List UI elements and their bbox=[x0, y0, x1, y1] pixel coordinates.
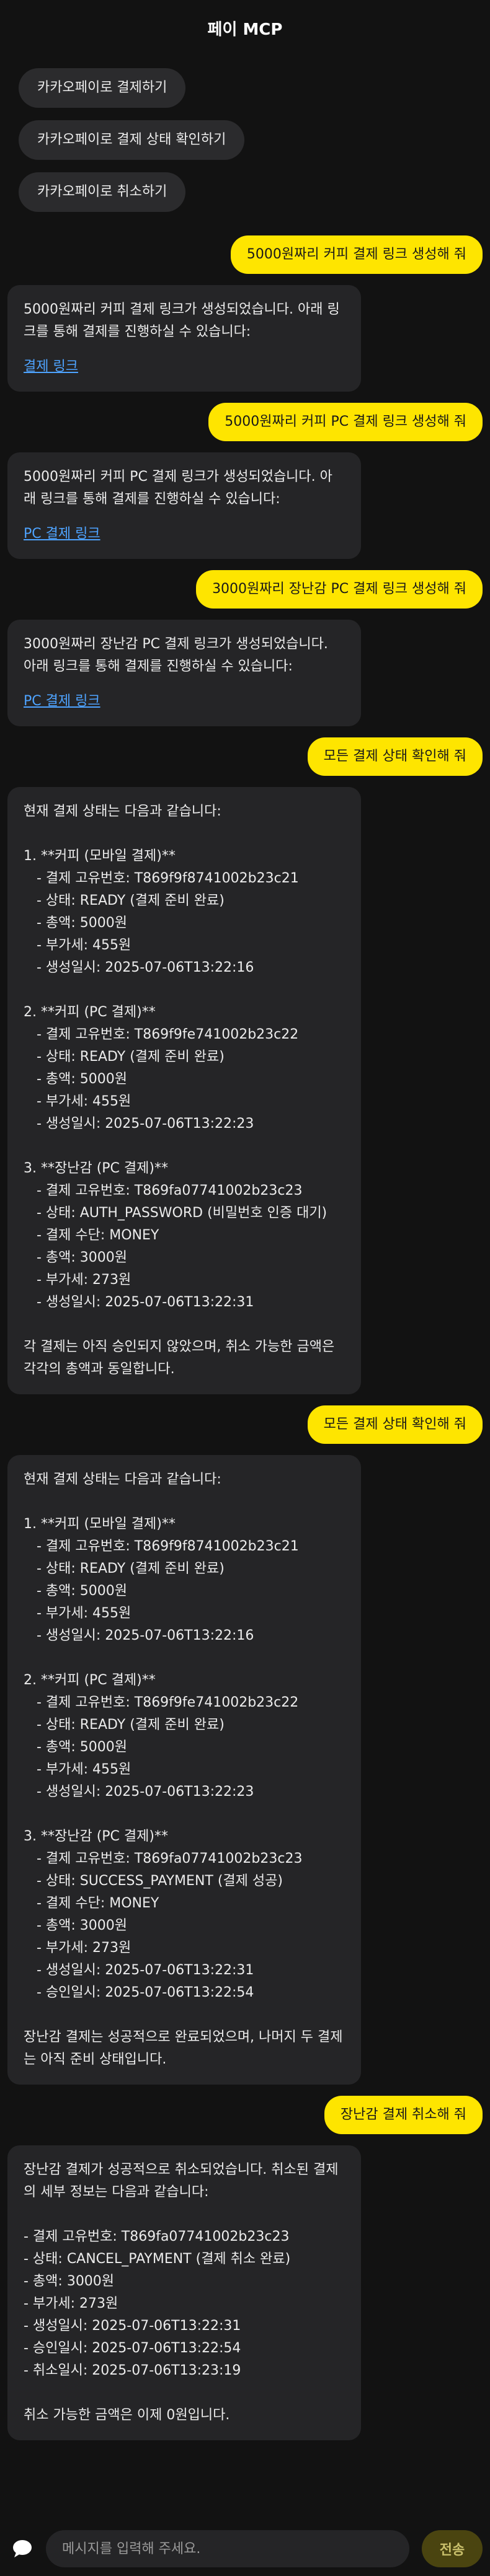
user-message: 5000원짜리 커피 PC 결제 링크 생성해 줘 bbox=[208, 403, 483, 441]
user-message: 장난감 결제 취소해 줘 bbox=[324, 2096, 483, 2134]
assistant-message: 3000원짜리 장난감 PC 결제 링크가 생성되었습니다. 아래 링크를 통해… bbox=[7, 620, 361, 726]
chat-thread: 5000원짜리 커피 결제 링크 생성해 줘 5000원짜리 커피 결제 링크가… bbox=[0, 212, 490, 2440]
user-message: 모든 결제 상태 확인해 줘 bbox=[307, 1405, 483, 1444]
pc-payment-link[interactable]: PC 결제 링크 bbox=[24, 523, 100, 545]
assistant-message: 5000원짜리 커피 PC 결제 링크가 생성되었습니다. 아래 링크를 통해 … bbox=[7, 452, 361, 559]
assistant-message: 장난감 결제가 성공적으로 취소되었습니다. 취소된 결제의 세부 정보는 다음… bbox=[7, 2145, 361, 2440]
assistant-message: 현재 결제 상태는 다음과 같습니다: 1. **커피 (모바일 결제)** -… bbox=[7, 787, 361, 1394]
app-header: 페이 MCP bbox=[0, 0, 490, 56]
assistant-message: 5000원짜리 커피 결제 링크가 생성되었습니다. 아래 링크를 통해 결제를… bbox=[7, 285, 361, 392]
user-message: 모든 결제 상태 확인해 줘 bbox=[307, 737, 483, 776]
message-composer: 전송 bbox=[0, 2521, 490, 2576]
page-title: 페이 MCP bbox=[207, 20, 283, 39]
chat-bubble-icon bbox=[7, 2534, 37, 2564]
suggestion-chip-status[interactable]: 카카오페이로 결제 상태 확인하기 bbox=[19, 120, 245, 160]
suggestion-list: 카카오페이로 결제하기 카카오페이로 결제 상태 확인하기 카카오페이로 취소하… bbox=[0, 56, 490, 212]
message-input[interactable] bbox=[46, 2530, 409, 2567]
assistant-message-text: 3000원짜리 장난감 PC 결제 링크가 생성되었습니다. 아래 링크를 통해… bbox=[24, 636, 332, 674]
payment-link[interactable]: 결제 링크 bbox=[24, 356, 78, 378]
user-message: 5000원짜리 커피 결제 링크 생성해 줘 bbox=[230, 235, 483, 274]
assistant-message-text: 5000원짜리 커피 PC 결제 링크가 생성되었습니다. 아래 링크를 통해 … bbox=[24, 469, 332, 507]
user-message: 3000원짜리 장난감 PC 결제 링크 생성해 줘 bbox=[196, 570, 483, 609]
suggestion-chip-pay[interactable]: 카카오페이로 결제하기 bbox=[19, 68, 186, 108]
assistant-message-text: 5000원짜리 커피 결제 링크가 생성되었습니다. 아래 링크를 통해 결제를… bbox=[24, 302, 340, 340]
send-button[interactable]: 전송 bbox=[422, 2530, 483, 2567]
assistant-message: 현재 결제 상태는 다음과 같습니다: 1. **커피 (모바일 결제)** -… bbox=[7, 1455, 361, 2085]
pc-payment-link[interactable]: PC 결제 링크 bbox=[24, 690, 100, 713]
suggestion-chip-cancel[interactable]: 카카오페이로 취소하기 bbox=[19, 172, 186, 212]
